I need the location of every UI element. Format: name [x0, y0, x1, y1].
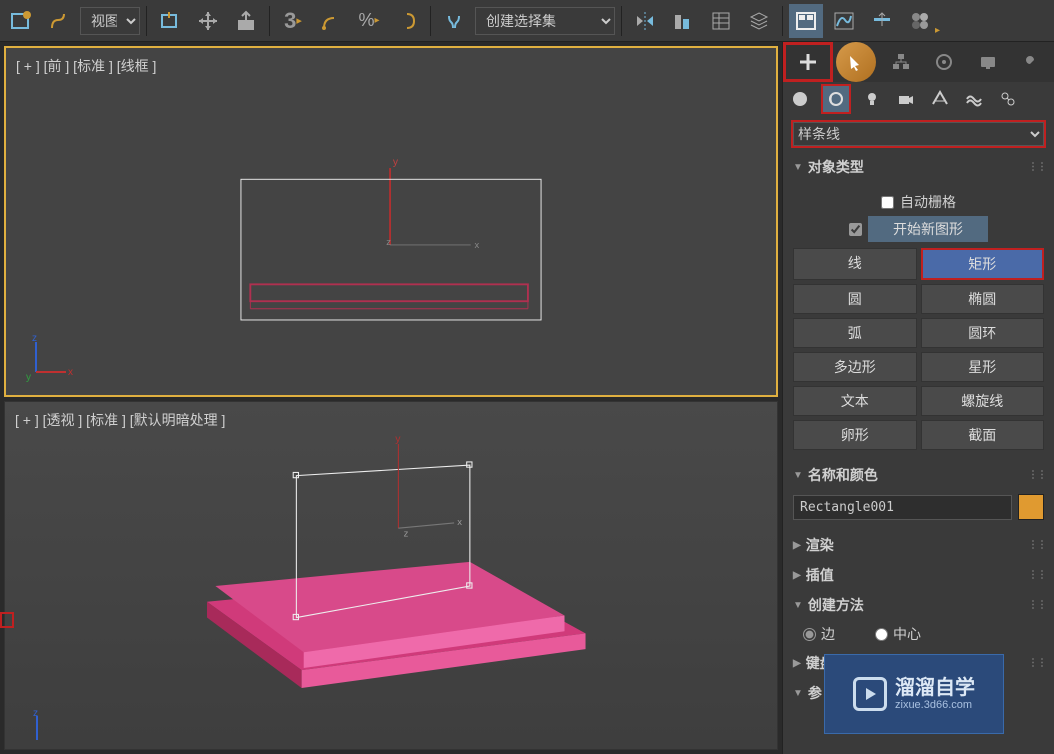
rollout-render[interactable]: ▶渲染 ⋮⋮ [783, 530, 1054, 560]
viewport-perspective[interactable]: [ + ] [透视 ] [标准 ] [默认明暗处理 ] y z x [4, 401, 778, 750]
shape-text-button[interactable]: 文本 [793, 386, 917, 416]
schematic-view-icon[interactable] [865, 4, 899, 38]
tool-maxscript-icon[interactable] [4, 4, 38, 38]
cameras-subtab[interactable] [893, 86, 919, 112]
rollout-interpolation[interactable]: ▶插值 ⋮⋮ [783, 560, 1054, 590]
object-color-swatch[interactable] [1018, 494, 1044, 520]
svg-text:y: y [393, 157, 399, 168]
toggle-ribbon-icon[interactable] [789, 4, 823, 38]
create-tab[interactable] [783, 42, 833, 82]
highlight-marker [0, 612, 14, 628]
object-name-input[interactable] [793, 495, 1012, 520]
svg-text:x: x [474, 240, 479, 250]
axis-gizmo-persp: z [25, 710, 75, 750]
shape-ellipse-button[interactable]: 椭圆 [921, 284, 1045, 314]
svg-text:x: x [68, 367, 73, 378]
shape-rectangle-button[interactable]: 矩形 [921, 248, 1045, 280]
start-new-shape-row: 开始新图形 [793, 216, 1044, 242]
systems-subtab[interactable] [995, 86, 1021, 112]
scene-explorer-icon[interactable] [704, 4, 738, 38]
svg-text:z: z [32, 333, 37, 344]
shapes-subtab[interactable] [821, 84, 851, 114]
lights-subtab[interactable] [859, 86, 885, 112]
view-dropdown[interactable]: 视图 [80, 7, 140, 35]
hierarchy-tab[interactable] [879, 42, 923, 82]
shape-arc-button[interactable]: 弧 [793, 318, 917, 348]
mirror-icon[interactable] [628, 4, 662, 38]
rollout-creation-method[interactable]: ▼创建方法 ⋮⋮ [783, 590, 1054, 620]
svg-text:z: z [386, 237, 391, 247]
modify-tab[interactable] [836, 42, 876, 82]
three-label: 3▸ [276, 4, 310, 38]
rollout-object-type[interactable]: ▼对象类型 ⋮⋮ [783, 152, 1054, 182]
play-icon [853, 677, 887, 711]
shape-egg-button[interactable]: 卵形 [793, 420, 917, 450]
shape-star-button[interactable]: 星形 [921, 352, 1045, 382]
motion-tab[interactable] [923, 42, 967, 82]
angle-snap-icon[interactable] [314, 4, 348, 38]
percent-snap-icon[interactable]: %▸ [352, 4, 386, 38]
svg-text:y: y [26, 372, 31, 382]
display-tab[interactable] [966, 42, 1010, 82]
viewport-area: [ + ] [前 ] [标准 ] [线框 ] y x z z [0, 42, 782, 754]
shape-helix-button[interactable]: 螺旋线 [921, 386, 1045, 416]
geometry-subtab[interactable] [787, 86, 813, 112]
helpers-subtab[interactable] [927, 86, 953, 112]
tool-pencil-icon[interactable] [42, 4, 76, 38]
command-panel-tabs [783, 42, 1054, 82]
snap-toggle-icon[interactable] [153, 4, 187, 38]
move-gizmo-icon[interactable] [191, 4, 225, 38]
align-icon[interactable] [666, 4, 700, 38]
shape-polygon-button[interactable]: 多边形 [793, 352, 917, 382]
autogrid-label: 自动栅格 [900, 192, 956, 212]
axis-gizmo-front: z x y [26, 332, 76, 385]
utilities-tab[interactable] [1010, 42, 1054, 82]
watermark: 溜溜自学 zixue.3d66.com [824, 654, 1004, 734]
watermark-title: 溜溜自学 [895, 677, 975, 699]
svg-text:x: x [457, 517, 462, 528]
spinner-snap-icon[interactable] [390, 4, 424, 38]
autogrid-row: 自动栅格 [793, 192, 1044, 212]
shape-section-button[interactable]: 截面 [921, 420, 1045, 450]
selection-filter-icon[interactable] [437, 4, 471, 38]
watermark-sub: zixue.3d66.com [895, 699, 975, 711]
material-editor-icon[interactable] [903, 4, 937, 38]
svg-text:z: z [404, 529, 409, 540]
autogrid-checkbox[interactable] [881, 196, 894, 209]
svg-text:y: y [395, 433, 401, 445]
create-category-tabs [783, 82, 1054, 116]
main-toolbar: 视图 3▸ %▸ 创建选择集 [0, 0, 1054, 42]
shape-category-dropdown-wrap: 样条线 [791, 120, 1046, 148]
shape-circle-button[interactable]: 圆 [793, 284, 917, 314]
curve-editor-icon[interactable] [827, 4, 861, 38]
upload-icon[interactable] [229, 4, 263, 38]
rollout-name-color[interactable]: ▼名称和颜色 ⋮⋮ [783, 460, 1054, 490]
command-panel: 样条线 ▼对象类型 ⋮⋮ 自动栅格 开始新图形 线 矩形 圆 椭圆 弧 圆环 [782, 42, 1054, 754]
shape-line-button[interactable]: 线 [793, 248, 917, 280]
shape-category-dropdown[interactable]: 样条线 [793, 122, 1044, 146]
layer-explorer-icon[interactable] [742, 4, 776, 38]
creation-edge-radio[interactable]: 边 [803, 624, 835, 644]
start-new-shape-checkbox[interactable] [849, 223, 862, 236]
start-new-shape-button[interactable]: 开始新图形 [868, 216, 988, 242]
shape-buttons-grid: 线 矩形 圆 椭圆 弧 圆环 多边形 星形 文本 螺旋线 卵形 截面 [793, 248, 1044, 450]
viewport-front[interactable]: [ + ] [前 ] [标准 ] [线框 ] y x z z [4, 46, 778, 397]
spacewarps-subtab[interactable] [961, 86, 987, 112]
svg-text:z: z [33, 710, 38, 719]
shape-donut-button[interactable]: 圆环 [921, 318, 1045, 348]
creation-center-radio[interactable]: 中心 [875, 624, 921, 644]
create-selection-set-dropdown[interactable]: 创建选择集 [475, 7, 615, 35]
